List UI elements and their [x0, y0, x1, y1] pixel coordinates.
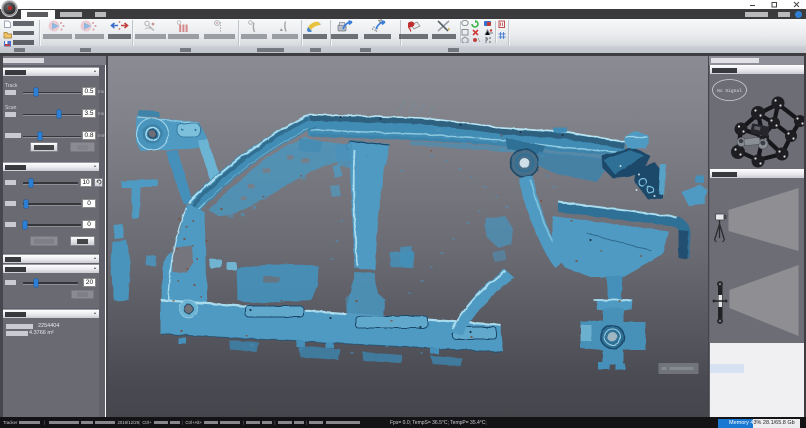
- svg-text:No Signal: No Signal: [717, 88, 742, 94]
